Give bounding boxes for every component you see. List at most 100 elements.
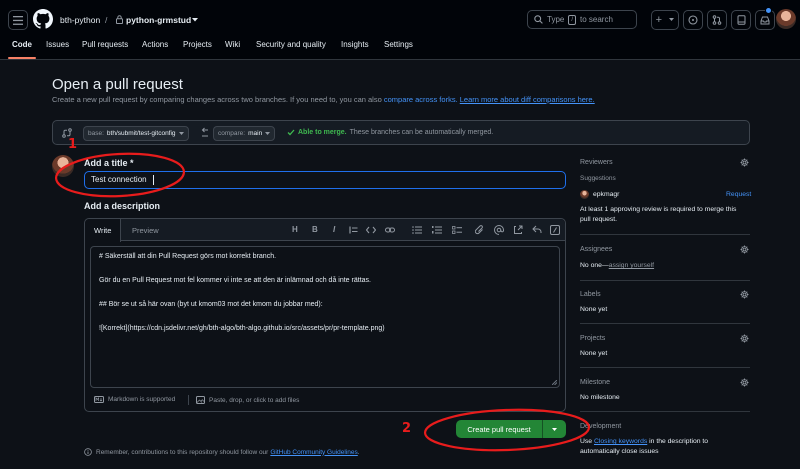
learn-more-link[interactable]: Learn more about diff comparisons here. — [460, 95, 595, 104]
markdown-note-text: Markdown is supported — [108, 396, 176, 403]
search-shortcut-key: / — [568, 14, 577, 25]
create-pull-request-button[interactable]: Create pull request — [456, 420, 543, 438]
tab-actions[interactable]: Actions — [142, 40, 168, 49]
gear-icon[interactable] — [740, 158, 749, 167]
paste-files-note[interactable]: Paste, drop, or click to add files — [196, 396, 299, 404]
assignees-title[interactable]: Assignees — [580, 246, 612, 253]
text-caret — [153, 175, 154, 185]
link-icon[interactable] — [385, 226, 395, 234]
ordered-list-icon[interactable] — [432, 226, 442, 234]
author-avatar — [52, 155, 74, 177]
caret-down-icon — [669, 18, 675, 21]
gear-icon[interactable] — [740, 290, 749, 299]
title-label-text: Add a title — [84, 158, 128, 168]
base-branch-name: bth/submit/test-gitconfig — [106, 130, 176, 137]
arrow-left-icon — [201, 127, 209, 139]
description-editor: Write Preview H B I # Säkerställ att din… — [84, 218, 566, 412]
user-avatar[interactable] — [776, 9, 796, 29]
community-guidelines-link[interactable]: GitHub Community Guidelines — [270, 449, 357, 456]
description-textarea[interactable]: # Säkerställ att din Pull Request görs m… — [90, 246, 560, 388]
milestone-title[interactable]: Milestone — [580, 379, 610, 386]
assign-yourself-link[interactable]: assign yourself — [609, 262, 654, 269]
code-icon[interactable] — [366, 226, 376, 234]
projects-title[interactable]: Projects — [580, 335, 605, 342]
tab-settings[interactable]: Settings — [384, 40, 413, 49]
suggested-user-avatar — [580, 190, 589, 199]
menu-button[interactable] — [8, 10, 28, 30]
sidebar-divider — [580, 323, 750, 324]
search-suffix: to search — [580, 15, 613, 24]
tab-security[interactable]: Security and quality — [256, 40, 326, 49]
pull-requests-button[interactable] — [707, 10, 727, 30]
check-icon — [287, 129, 295, 136]
quote-icon[interactable] — [349, 226, 358, 234]
cross-reference-icon[interactable] — [513, 225, 523, 235]
bold-button[interactable]: B — [312, 225, 318, 234]
description-line-2: Gör du en Pull Request mot fel kommer vi… — [99, 277, 371, 284]
repo-caret-down-icon[interactable] — [192, 18, 198, 22]
sidebar-divider — [580, 280, 750, 281]
tab-write[interactable]: Write — [85, 219, 122, 242]
contribution-reminder: Remember, contributions to this reposito… — [84, 448, 360, 456]
reply-icon[interactable] — [532, 225, 542, 234]
tab-code[interactable]: Code — [12, 40, 32, 49]
request-review-link[interactable]: Request — [726, 191, 751, 198]
annotation-marker-1: 1 — [68, 137, 78, 152]
mention-icon[interactable] — [494, 225, 504, 235]
unordered-list-icon[interactable] — [412, 226, 422, 234]
development-use: Use — [580, 438, 593, 445]
breadcrumb-separator: / — [105, 15, 108, 25]
sidebar-divider — [580, 234, 750, 235]
annotation-marker-2: 2 — [402, 421, 412, 436]
search-icon — [534, 15, 543, 24]
inbox-button[interactable] — [755, 10, 775, 30]
search-input[interactable]: Type / to search — [527, 10, 637, 29]
reviewers-title[interactable]: Reviewers — [580, 159, 613, 166]
tab-projects[interactable]: Projects — [183, 40, 212, 49]
compare-forks-link[interactable]: compare across forks. — [384, 95, 458, 104]
info-icon — [84, 448, 92, 456]
tab-insights[interactable]: Insights — [341, 40, 369, 49]
base-branch-select[interactable]: base: bth/submit/test-gitconfig — [83, 126, 189, 141]
labels-title[interactable]: Labels — [580, 291, 601, 298]
tab-preview[interactable]: Preview — [123, 219, 168, 241]
plus-icon: + — [655, 13, 663, 26]
gear-icon[interactable] — [740, 245, 749, 254]
milestone-value: No milestone — [580, 394, 620, 401]
task-list-icon[interactable] — [452, 226, 462, 234]
markdown-icon — [94, 396, 104, 403]
issues-button[interactable] — [683, 10, 703, 30]
sidebar-divider — [580, 367, 750, 368]
development-note-line-2: automatically close issues — [580, 448, 659, 455]
github-logo-icon[interactable] — [33, 9, 53, 29]
compare-branch-name: main — [248, 130, 263, 137]
breadcrumb-owner[interactable]: bth-python — [60, 15, 100, 25]
development-title: Development — [580, 423, 622, 430]
create-new-button[interactable]: + — [651, 10, 679, 30]
description-line-4: ![Korrekt](https://cdn.jsdelivr.net/gh/b… — [99, 325, 385, 332]
lock-icon — [116, 15, 123, 24]
gear-icon[interactable] — [740, 334, 749, 343]
gear-icon[interactable] — [740, 378, 749, 387]
create-options-dropdown[interactable] — [543, 420, 566, 438]
active-tab-indicator — [8, 57, 36, 59]
repo-icon — [737, 15, 745, 25]
tab-pull-requests[interactable]: Pull requests — [82, 40, 128, 49]
closing-keywords-link[interactable]: Closing keywords — [594, 438, 647, 445]
title-input[interactable]: Test connection — [84, 171, 566, 189]
page-subtitle: Create a new pull request by comparing c… — [52, 95, 595, 104]
tab-wiki[interactable]: Wiki — [225, 40, 240, 49]
slash-commands-icon[interactable] — [550, 225, 560, 235]
repositories-button[interactable] — [731, 10, 751, 30]
page-title: Open a pull request — [52, 76, 183, 93]
compare-bar: base: bth/submit/test-gitconfig compare:… — [52, 120, 750, 145]
compare-branch-select[interactable]: compare: main — [213, 126, 276, 141]
breadcrumb-repo[interactable]: python-grmstud — [126, 15, 191, 25]
resize-handle-icon[interactable] — [552, 380, 557, 385]
italic-button[interactable]: I — [333, 225, 335, 234]
paperclip-icon[interactable] — [475, 225, 484, 235]
heading-button[interactable]: H — [292, 225, 298, 234]
markdown-note[interactable]: Markdown is supported — [94, 396, 175, 403]
tab-issues[interactable]: Issues — [46, 40, 69, 49]
image-icon — [196, 396, 205, 404]
